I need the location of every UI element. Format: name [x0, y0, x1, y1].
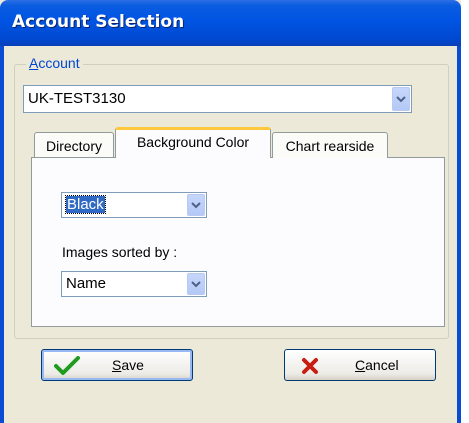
window-title: Account Selection — [12, 12, 185, 32]
tab-background-color[interactable]: Background Color — [115, 127, 271, 158]
images-sorted-label: Images sorted by : — [62, 244, 178, 260]
account-dropdown-value: UK-TEST3130 — [28, 90, 126, 107]
checkmark-icon — [54, 356, 80, 379]
window-frame-left — [0, 46, 4, 423]
background-color-value: Black — [65, 195, 106, 214]
account-dropdown[interactable]: UK-TEST3130 — [23, 85, 412, 113]
cancel-button[interactable]: Cancel — [284, 349, 436, 381]
close-icon — [301, 357, 319, 378]
background-color-dropdown[interactable]: Black — [61, 192, 207, 218]
cancel-button-label: Cancel — [355, 357, 399, 373]
chevron-down-icon — [191, 202, 201, 209]
chevron-down-icon — [396, 96, 406, 103]
account-group-label: Account — [26, 55, 83, 71]
chevron-down-icon — [191, 281, 201, 288]
tab-directory[interactable]: Directory — [34, 132, 114, 158]
tab-background-color-label: Background Color — [136, 134, 250, 150]
images-sorted-dropdown-button[interactable] — [187, 273, 205, 295]
tab-chart-rearside[interactable]: Chart rearside — [272, 132, 388, 158]
window-frame-right — [457, 46, 461, 423]
account-dropdown-button[interactable] — [392, 87, 410, 111]
tab-directory-label: Directory — [45, 138, 102, 154]
background-color-tabpanel — [31, 157, 445, 327]
dialog-window: Account Selection Account UK-TEST3130 Di… — [0, 0, 462, 423]
save-button-label: Save — [112, 357, 144, 373]
background-color-dropdown-button[interactable] — [187, 194, 205, 216]
save-button[interactable]: Save — [41, 349, 193, 381]
images-sorted-value: Name — [66, 275, 107, 292]
images-sorted-dropdown[interactable]: Name — [61, 271, 207, 297]
tab-chart-rearside-label: Chart rearside — [285, 138, 375, 154]
title-bar[interactable]: Account Selection — [0, 0, 461, 46]
